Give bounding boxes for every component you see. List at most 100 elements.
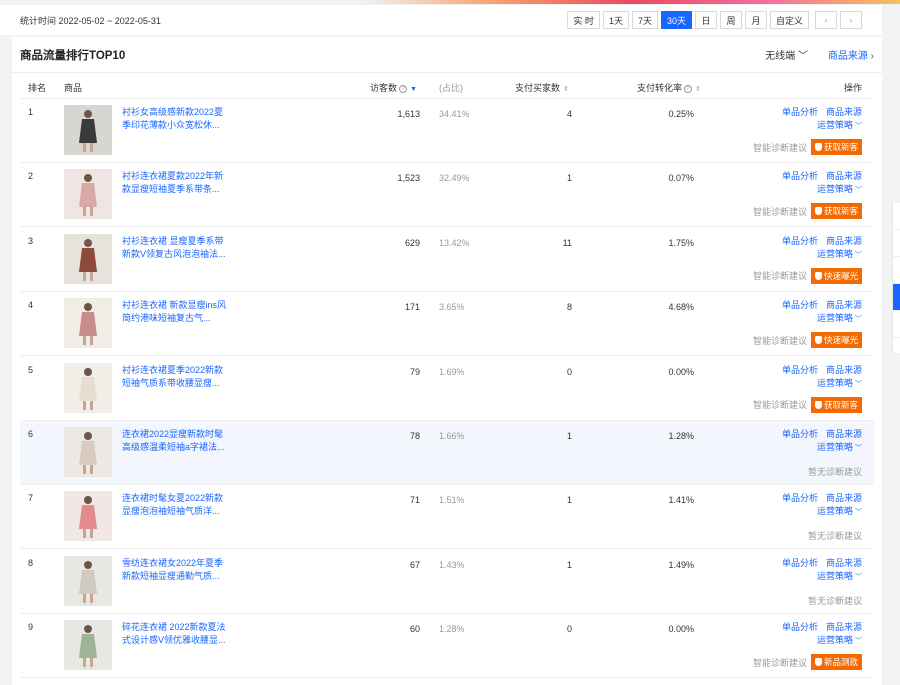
product-source-link[interactable]: 商品来源 [826, 171, 862, 181]
top-gradient-strip [0, 0, 900, 4]
table-row: 3 衬衫连衣裙 显瘦夏季系带新款V领复古风泡泡袖法... 629 13.42% 11 1… [20, 228, 874, 292]
sort-icon[interactable]: ⬍ [695, 86, 701, 93]
diagnosis-tag-button[interactable]: 获取新客 [810, 139, 862, 155]
strategy-dropdown[interactable]: 运营策略 ﹀ [774, 312, 862, 326]
period-1day-button[interactable]: 1天 [602, 11, 629, 29]
terminal-dropdown[interactable]: 无线端 ﹀ [765, 47, 808, 62]
conversion-rate-value: 1.41% [668, 495, 694, 506]
product-source-link[interactable]: 商品来源 [826, 429, 862, 439]
sort-icon[interactable]: ⬍ [563, 86, 569, 93]
product-source-link[interactable]: 商品来源 [826, 622, 862, 632]
product-title-link[interactable]: 碎花连衣裙 2022新款夏法式设计感V领优雅收腰显... [122, 621, 226, 647]
buyers-value: 1 [566, 559, 572, 570]
col-buyers[interactable]: 支付买家数 ⬍ [515, 81, 569, 94]
strategy-dropdown[interactable]: 运营策略 ﹀ [774, 248, 862, 262]
side-tab[interactable] [893, 311, 900, 338]
next-period-icon[interactable]: › [840, 11, 862, 29]
prev-period-icon[interactable]: ‹ [815, 11, 837, 29]
product-title-link[interactable]: 衬衫连衣裙夏款2022年新款显瘦短袖夏季系带条... [122, 170, 226, 196]
visits-ratio-value: 13.42% [439, 237, 470, 248]
chevron-down-icon: ﹀ [855, 445, 862, 452]
help-icon[interactable]: ? [399, 84, 408, 93]
diagnosis-tag-button[interactable]: 获取新客 [810, 203, 862, 220]
product-source-link[interactable]: 商品来源 [826, 107, 862, 117]
single-analysis-link[interactable]: 单品分析 [782, 300, 818, 310]
table-row: 7 连衣裙时髦女夏2022新款显瘦泡泡袖短袖气质洋... 71 1.51% 1 1.41… [20, 485, 874, 550]
product-thumbnail[interactable] [64, 491, 112, 542]
product-thumbnail[interactable] [64, 169, 112, 220]
strategy-dropdown[interactable]: 运营策略 ﹀ [774, 377, 862, 391]
product-title-link[interactable]: 衬衫女高级感新款2022夏季印花薄款小众宽松休... [122, 106, 226, 132]
row-actions: 单品分析 商品来源 运营策略 ﹀ [774, 106, 862, 133]
conversion-rate-value: 0.25% [668, 109, 694, 119]
product-thumbnail[interactable] [64, 362, 112, 413]
col-conv[interactable]: 支付转化率? ⬍ [637, 81, 701, 94]
strategy-dropdown[interactable]: 运营策略 ﹀ [774, 634, 862, 648]
product-thumbnail[interactable] [64, 427, 112, 477]
period-7day-button[interactable]: 7天 [631, 11, 658, 29]
product-source-link[interactable]: 商品来源 › [828, 47, 874, 62]
single-analysis-link[interactable]: 单品分析 [782, 236, 818, 246]
strategy-dropdown[interactable]: 运营策略 ﹀ [774, 570, 862, 584]
single-analysis-link[interactable]: 单品分析 [782, 622, 818, 632]
product-title-link[interactable]: 衬衫连衣裙 新款显瘦ins风简约港味短袖复古气... [122, 299, 226, 325]
help-icon[interactable]: ? [684, 84, 693, 93]
product-title-link[interactable]: 衬衫连衣裙 显瘦夏季系带新款V领复古风泡泡袖法... [122, 235, 226, 261]
period-day-button[interactable]: 日 [694, 11, 717, 29]
strategy-dropdown[interactable]: 运营策略 ﹀ [774, 183, 862, 197]
product-thumbnail[interactable] [64, 555, 112, 606]
col-conv-label: 支付转化率 [637, 83, 683, 93]
period-week-button[interactable]: 周 [719, 11, 742, 29]
period-custom-button[interactable]: 自定义 [769, 11, 809, 29]
col-buyers-label: 支付买家数 [515, 83, 561, 93]
diagnosis-area: 智能诊断建议 获取新客 [753, 396, 862, 413]
sort-desc-icon[interactable]: ▼ [410, 86, 417, 93]
single-analysis-link[interactable]: 单品分析 [782, 429, 818, 439]
product-title-link[interactable]: 雪纺连衣裙女2022年夏季新款短袖显瘦通勤气质... [122, 557, 226, 583]
strategy-label: 运营策略 [816, 570, 853, 581]
product-thumbnail[interactable] [64, 298, 112, 349]
single-analysis-link[interactable]: 单品分析 [782, 171, 818, 181]
period-month-button[interactable]: 月 [744, 11, 767, 29]
strategy-dropdown[interactable]: 运营策略 ﹀ [774, 119, 862, 133]
side-tab[interactable] [893, 230, 900, 257]
product-source-link[interactable]: 商品来源 [826, 558, 862, 568]
single-analysis-link[interactable]: 单品分析 [782, 558, 818, 568]
col-ops: 操作 [843, 83, 862, 93]
diagnosis-tag-button[interactable]: 新品测款 [810, 654, 862, 671]
buyers-value: 0 [566, 366, 572, 377]
product-source-link[interactable]: 商品来源 [826, 493, 862, 503]
product-source-link[interactable]: 商品来源 [826, 300, 862, 310]
period-realtime-button[interactable]: 实 时 [567, 11, 600, 29]
visits-ratio-value: 1.28% [439, 624, 465, 635]
product-title-link[interactable]: 衬衫连衣裙夏季2022新款短袖气质系带收腰显瘦... [122, 364, 226, 390]
diagnosis-tag-button[interactable]: 快速曝光 [810, 332, 862, 349]
product-title-link[interactable]: 连衣裙时髦女夏2022新款显瘦泡泡袖短袖气质洋... [122, 492, 226, 518]
diagnosis-tag-button[interactable]: 获取新客 [810, 396, 862, 413]
single-analysis-link[interactable]: 单品分析 [782, 365, 818, 375]
visits-ratio-value: 3.65% [439, 302, 465, 313]
period-30day-button[interactable]: 30天 [660, 11, 692, 29]
strategy-dropdown[interactable]: 运营策略 ﹀ [774, 441, 862, 455]
product-thumbnail[interactable] [64, 105, 112, 155]
side-tab[interactable] [893, 203, 900, 230]
col-visits[interactable]: 访客数? ▼ [370, 81, 417, 94]
visits-ratio-value: 34.41% [439, 109, 470, 119]
product-title-link[interactable]: 连衣裙2022显瘦新款时髦高级感温柔短袖a字裙法... [122, 428, 226, 454]
shield-icon [814, 658, 822, 667]
diagnosis-tag-button[interactable]: 快速曝光 [810, 267, 862, 284]
diagnosis-tag-label: 快速曝光 [823, 335, 858, 346]
row-actions: 单品分析 商品来源 运营策略 ﹀ [774, 492, 862, 519]
strategy-dropdown[interactable]: 运营策略 ﹀ [774, 505, 862, 519]
product-thumbnail[interactable] [64, 233, 112, 284]
single-analysis-link[interactable]: 单品分析 [782, 493, 818, 503]
product-thumbnail[interactable] [64, 620, 112, 671]
product-source-link[interactable]: 商品来源 [826, 365, 862, 375]
side-tabs [892, 203, 900, 353]
product-source-link[interactable]: 商品来源 [826, 236, 862, 246]
single-analysis-link[interactable]: 单品分析 [782, 107, 818, 117]
strategy-label: 运营策略 [816, 506, 853, 517]
conversion-rate-value: 0.07% [668, 173, 694, 184]
side-tab[interactable] [893, 257, 900, 284]
side-tab-active[interactable] [893, 284, 900, 311]
